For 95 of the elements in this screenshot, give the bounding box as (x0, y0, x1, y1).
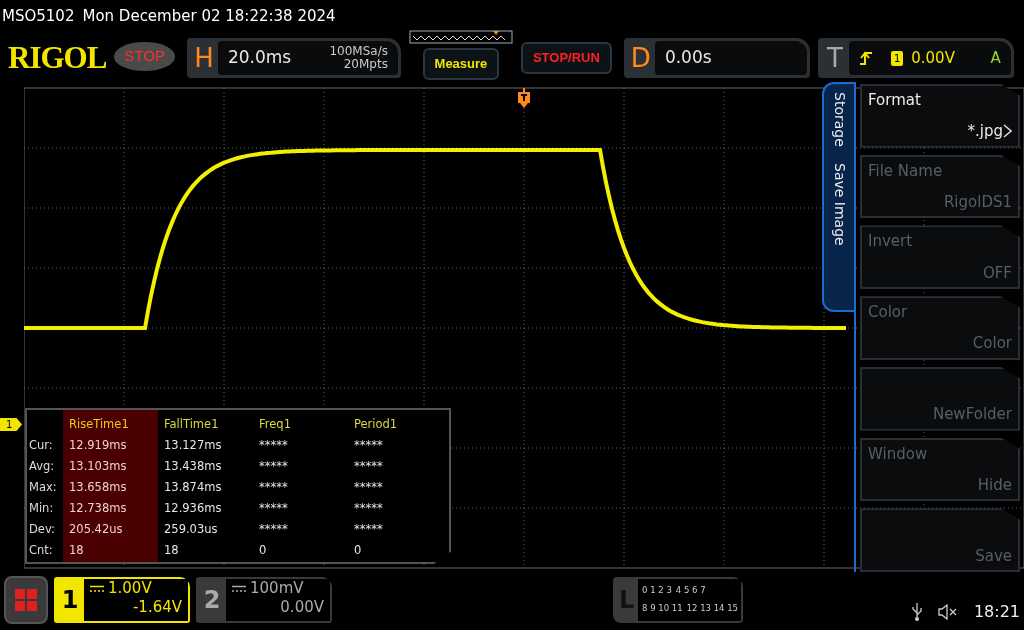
measurement-value: 259.03us (164, 521, 219, 538)
menu-item-value: Color (972, 333, 1012, 355)
channel-number: 2 (202, 585, 222, 616)
grid-menu-button[interactable] (4, 576, 48, 624)
dc-coupling-icon (90, 584, 104, 593)
trigger-panel[interactable]: T 1 0.00V A (817, 38, 1014, 78)
trigger-label: T (825, 42, 844, 75)
timebase-value: 20.0ms (227, 46, 292, 70)
channel-offset: -1.64V (131, 598, 182, 617)
measurement-value: ***** (354, 521, 384, 538)
measurement-value: 0 (354, 542, 363, 559)
digital-channel-numbers: 4 5 6 7 (675, 584, 706, 597)
memory-depth: 20Mpts (342, 58, 388, 71)
column-header: RiseTime1 (69, 416, 130, 433)
measurement-value: 18 (69, 542, 85, 559)
menu-item-label: Color (868, 302, 909, 324)
row-label: Cnt: (29, 542, 54, 559)
row-label: Max: (29, 479, 58, 496)
measurement-value: ***** (259, 479, 289, 496)
measurement-column[interactable]: Period1 ***** ***** ***** ***** ***** 0 (348, 410, 443, 562)
menu-item-value: OFF (982, 262, 1012, 284)
logo: RIGOL (8, 42, 107, 73)
column-header: Period1 (354, 416, 399, 433)
horizontal-label: H (193, 42, 215, 75)
menu-item-label: File Name (868, 160, 944, 182)
measurement-value: ***** (259, 521, 289, 538)
grid-icon (14, 588, 38, 612)
measurement-value: 13.658ms (69, 479, 128, 496)
channel-scale: 100mV (250, 579, 304, 598)
row-label: Cur: (29, 437, 54, 454)
column-header: Freq1 (259, 416, 292, 433)
measurement-value: ***** (354, 500, 384, 517)
menu-item-label: Window (868, 443, 929, 465)
menu-item-value: Save (975, 545, 1012, 567)
speaker-muted-icon (937, 604, 958, 620)
measurement-value: 0 (259, 542, 268, 559)
digital-channel-numbers: 8 9 10 11 (642, 602, 683, 615)
menu-item-label: Invert (868, 231, 914, 253)
measurement-value: ***** (354, 479, 384, 496)
measurement-column[interactable]: FallTime1 13.127ms 13.438ms 13.874ms 12.936ms 259.03us 18 (158, 410, 253, 562)
rising-edge-icon (858, 50, 873, 66)
menu-item[interactable]: Format *.jpg (860, 84, 1020, 148)
trigger-level-value: 0.00V (911, 47, 955, 69)
delay-label: D (629, 42, 652, 75)
row-label: Avg: (29, 458, 56, 475)
measurement-value: ***** (354, 437, 384, 454)
trigger-position-icon (517, 88, 531, 108)
dc-coupling-icon (232, 584, 246, 593)
measurement-value: 13.438ms (164, 458, 223, 475)
model-name: MSO5102 (2, 7, 75, 25)
chevron-right-icon (1003, 124, 1012, 139)
clock-time: 18:21 (973, 601, 1020, 623)
delay-value: 0.00s (664, 46, 712, 70)
channel-number: 1 (60, 585, 80, 616)
delay-panel[interactable]: D 0.00s (623, 38, 810, 78)
horizontal-panel[interactable]: H 20.0ms 100MSa/s 20Mpts (186, 38, 401, 78)
menu-tab[interactable]: Storage (828, 84, 850, 155)
channel-offset: 0.00V (279, 598, 324, 617)
measurement-value: ***** (354, 458, 384, 475)
measurement-value: 13.103ms (69, 458, 128, 475)
measurement-column[interactable]: Freq1 ***** ***** ***** ***** ***** 0 (253, 410, 348, 562)
measurement-value: 205.42us (69, 521, 124, 538)
trigger-source-badge: 1 (890, 50, 904, 66)
measurement-value: ***** (259, 500, 289, 517)
measurement-value: 13.874ms (164, 479, 223, 496)
usb-icon (911, 603, 922, 621)
measurement-value: ***** (259, 437, 289, 454)
menu-tab[interactable]: Save Image (828, 154, 850, 254)
trigger-mode: A (990, 47, 1001, 69)
menu-item-value: Hide (977, 474, 1012, 496)
menu-item-value: *.jpg (967, 121, 1003, 143)
row-label: Min: (29, 500, 55, 517)
run-state-indicator: STOP (114, 42, 175, 71)
measurement-value: 18 (164, 542, 180, 559)
channel-scale: 1.00V (108, 579, 152, 598)
channel-marker: 1 (0, 418, 22, 431)
measurement-value: ***** (259, 458, 289, 475)
menu-item-value: NewFolder (932, 404, 1012, 426)
measurement-column[interactable]: RiseTime1 12.919ms 13.103ms 13.658ms 12.738ms 205.42us 18 (63, 410, 158, 562)
digital-channel-numbers: 12 13 14 15 (686, 602, 738, 615)
stop-run-button[interactable]: STOP/RUN (520, 42, 612, 74)
row-label: Dev: (29, 521, 56, 538)
menu-item-label: Format (868, 90, 922, 111)
digital-channel-numbers: 0 1 2 3 (642, 584, 672, 597)
measurement-value: 12.936ms (164, 500, 223, 517)
measurement-value: 12.919ms (69, 437, 128, 454)
channel-panel[interactable]: 2 100mV 0.00V (196, 577, 332, 623)
date-time: Mon December 02 18:22:38 2024 (82, 7, 336, 25)
measurement-value: 12.738ms (69, 500, 128, 517)
channel-panel[interactable]: 1 1.00V -1.64V (54, 577, 190, 623)
measurement-value: 13.127ms (164, 437, 223, 454)
sample-rate: 100MSa/s (329, 45, 388, 58)
measure-button[interactable]: Measure (422, 48, 500, 80)
menu-item-value: RigolDS1 (943, 191, 1012, 213)
column-header: FallTime1 (164, 416, 220, 433)
